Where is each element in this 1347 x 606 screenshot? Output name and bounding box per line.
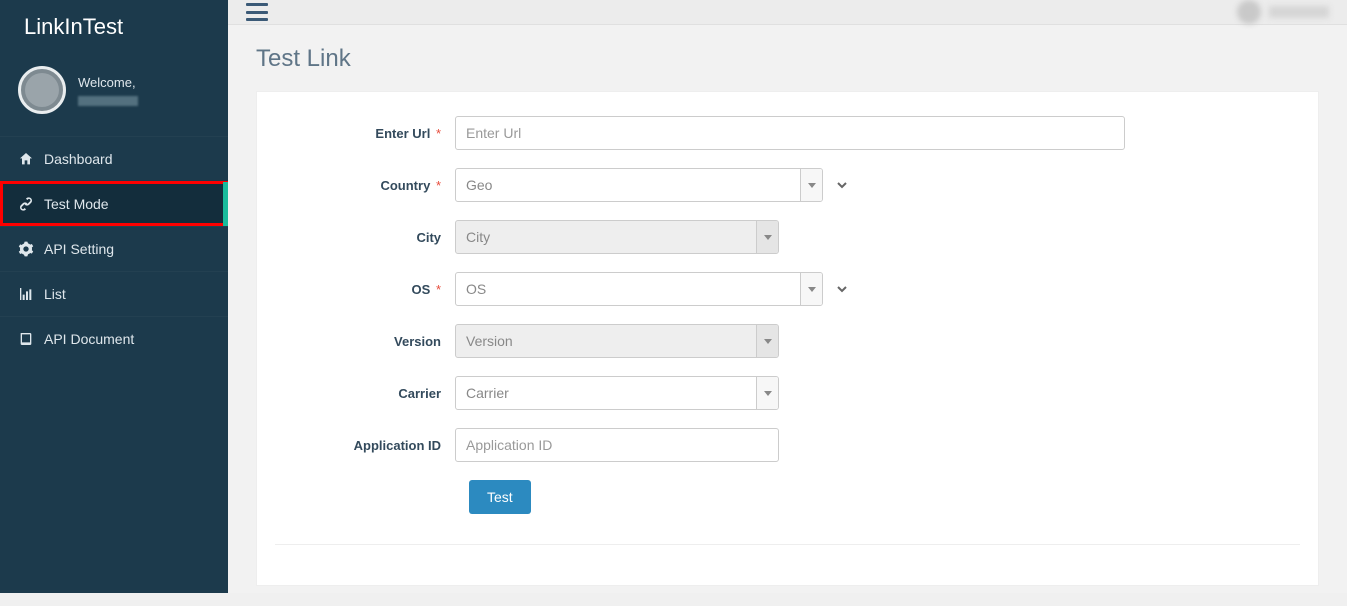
form-panel: Enter Url * Country * Geo (256, 91, 1319, 586)
hamburger-icon[interactable] (246, 3, 268, 21)
avatar-image (25, 73, 59, 107)
required-mark: * (436, 178, 441, 193)
label-country-text: Country (380, 178, 430, 193)
brand-title: LinkInTest (0, 0, 228, 54)
user-menu[interactable] (1237, 0, 1329, 24)
label-version-text: Version (394, 334, 441, 349)
sidebar-item-apisetting[interactable]: API Setting (0, 226, 228, 271)
profile-block: Welcome, (0, 54, 228, 136)
country-select[interactable]: Geo (455, 168, 823, 202)
label-carrier-text: Carrier (398, 386, 441, 401)
version-select[interactable]: Version (455, 324, 779, 358)
sidebar-item-label: API Document (44, 331, 134, 347)
required-mark: * (436, 282, 441, 297)
caret-down-icon (756, 221, 778, 253)
home-icon (18, 151, 34, 167)
sidebar-item-dashboard[interactable]: Dashboard (0, 136, 228, 181)
label-city-text: City (416, 230, 441, 245)
url-input[interactable] (455, 116, 1125, 150)
welcome-text: Welcome, (78, 74, 138, 106)
form-row-os: OS * OS (275, 272, 1300, 306)
label-url: Enter Url * (275, 126, 455, 141)
caret-down-icon (756, 377, 778, 409)
form-row-version: Version Version (275, 324, 1300, 358)
caret-down-icon (800, 169, 822, 201)
city-select-value: City (456, 221, 756, 253)
user-name-redacted (1269, 6, 1329, 18)
sidebar-item-testmode[interactable]: Test Mode (0, 181, 228, 226)
version-select-value: Version (456, 325, 756, 357)
label-os-text: OS (412, 282, 431, 297)
chevron-down-icon[interactable] (835, 282, 849, 296)
appid-input[interactable] (455, 428, 779, 462)
carrier-select-value: Carrier (456, 377, 756, 409)
sidebar-item-label: List (44, 286, 66, 302)
label-city: City (275, 230, 455, 245)
divider (275, 544, 1300, 545)
label-country: Country * (275, 178, 455, 193)
caret-down-icon (756, 325, 778, 357)
username-redacted (78, 96, 138, 106)
bar-chart-icon (18, 286, 34, 302)
gears-icon (18, 241, 34, 257)
sidebar-item-label: Dashboard (44, 151, 113, 167)
chevron-down-icon[interactable] (835, 178, 849, 192)
city-select[interactable]: City (455, 220, 779, 254)
sidebar-item-list[interactable]: List (0, 271, 228, 316)
form-row-carrier: Carrier Carrier (275, 376, 1300, 410)
sidebar-item-label: API Setting (44, 241, 114, 257)
topbar (228, 0, 1347, 25)
form-row-city: City City (275, 220, 1300, 254)
country-select-value: Geo (456, 169, 800, 201)
label-url-text: Enter Url (375, 126, 430, 141)
nav-list: Dashboard Test Mode API Setting List API… (0, 136, 228, 361)
submit-row: Test (469, 480, 1300, 514)
label-carrier: Carrier (275, 386, 455, 401)
form-row-appid: Application ID (275, 428, 1300, 462)
sidebar-item-apidoc[interactable]: API Document (0, 316, 228, 361)
label-os: OS * (275, 282, 455, 297)
avatar (18, 66, 66, 114)
main-area: Test Link Enter Url * Country * (228, 0, 1347, 593)
link-icon (18, 196, 34, 212)
carrier-select[interactable]: Carrier (455, 376, 779, 410)
welcome-label: Welcome, (78, 75, 136, 90)
page-title: Test Link (256, 45, 1319, 73)
os-select-value: OS (456, 273, 800, 305)
book-icon (18, 331, 34, 347)
label-version: Version (275, 334, 455, 349)
test-button[interactable]: Test (469, 480, 531, 514)
form-row-url: Enter Url * (275, 116, 1300, 150)
caret-down-icon (800, 273, 822, 305)
os-select[interactable]: OS (455, 272, 823, 306)
user-avatar-icon (1237, 0, 1261, 24)
sidebar-item-label: Test Mode (44, 196, 109, 212)
page-content: Test Link Enter Url * Country * (228, 25, 1347, 606)
label-appid-text: Application ID (354, 438, 441, 453)
form-row-country: Country * Geo (275, 168, 1300, 202)
sidebar: LinkInTest Welcome, Dashboard Test Mode (0, 0, 228, 593)
label-appid: Application ID (275, 438, 455, 453)
required-mark: * (436, 126, 441, 141)
